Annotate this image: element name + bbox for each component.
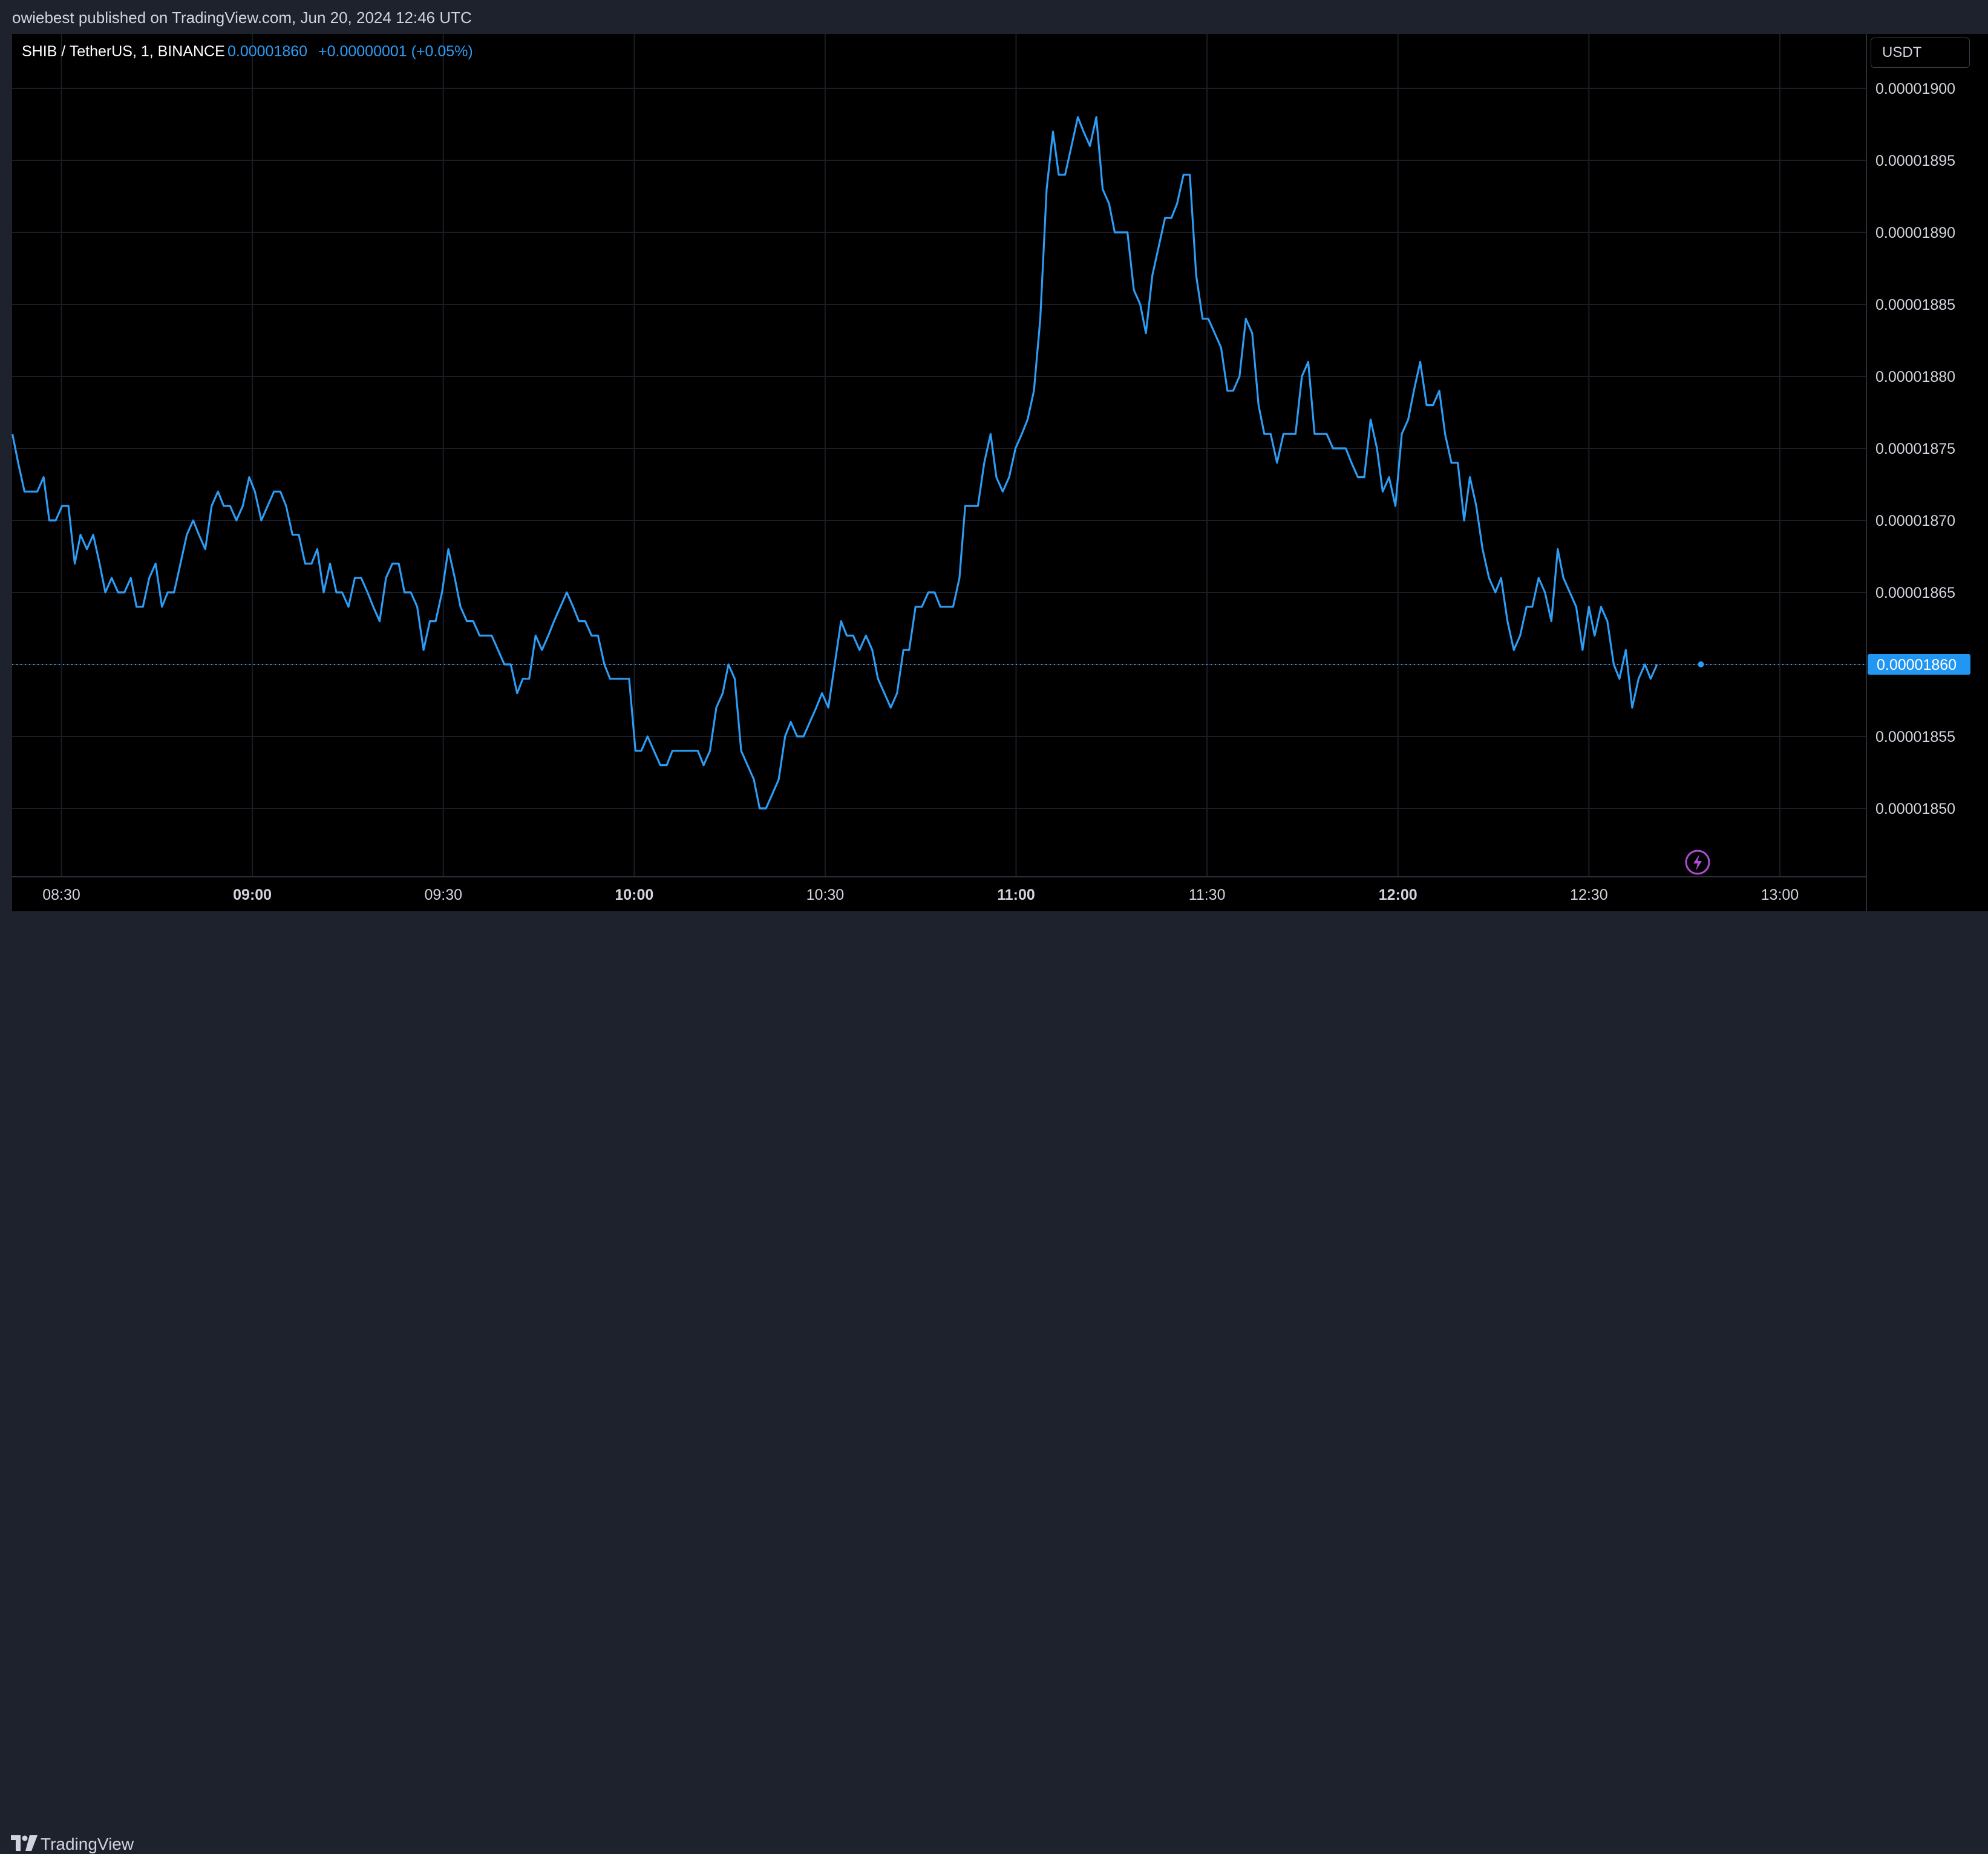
time-tick-label: 10:00 [615,886,653,903]
time-tick-label: 11:30 [1189,886,1226,903]
price-tick-label: 0.00001880 [1875,369,1955,385]
price-tick-label: 0.00001875 [1875,441,1955,457]
symbol-change: +0.00000001 (+0.05%) [318,43,473,60]
price-tick-label: 0.00001865 [1875,585,1955,601]
price-tick-label: 0.00001850 [1875,801,1955,817]
price-chart[interactable]: 0.00001900 0.00001895 0.00001890 0.00001885… [0,0,1988,954]
symbol-price: 0.00001860 [227,43,307,60]
price-tick-label: 0.00001870 [1875,513,1955,529]
price-tick-label: 0.00001855 [1875,729,1955,745]
footer-brand[interactable]: TradingView [41,1835,134,1854]
time-tick-label: 13:00 [1761,886,1799,903]
price-tick-label: 0.00001885 [1875,296,1955,313]
footer-bar: TradingView [0,912,1988,1853]
time-tick-label: 09:30 [424,886,462,903]
last-price-value: 0.00001860 [1877,657,1957,673]
time-tick-label: 10:30 [806,886,845,903]
last-price-label: 0.00001860 [1868,654,1970,675]
chart-frame: owiebest published on TradingView.com, J… [0,0,1988,1853]
time-tick-label: 08:30 [42,886,80,903]
tradingview-logo-icon[interactable] [11,1835,38,1851]
time-tick-label: 09:00 [233,886,272,903]
last-price-dot [1698,661,1704,667]
time-tick-label: 12:00 [1379,886,1417,903]
time-tick-label: 12:30 [1570,886,1608,903]
price-tick-label: 0.00001895 [1875,152,1955,169]
price-tick-label: 0.00001900 [1875,80,1955,97]
currency-unit-button[interactable]: USDT [1871,38,1970,68]
symbol-name: SHIB / TetherUS, 1, BINANCE [22,43,225,60]
time-tick-label: 11:00 [997,886,1035,903]
price-tick-label: 0.00001890 [1875,224,1955,241]
plot-background [12,34,1988,911]
